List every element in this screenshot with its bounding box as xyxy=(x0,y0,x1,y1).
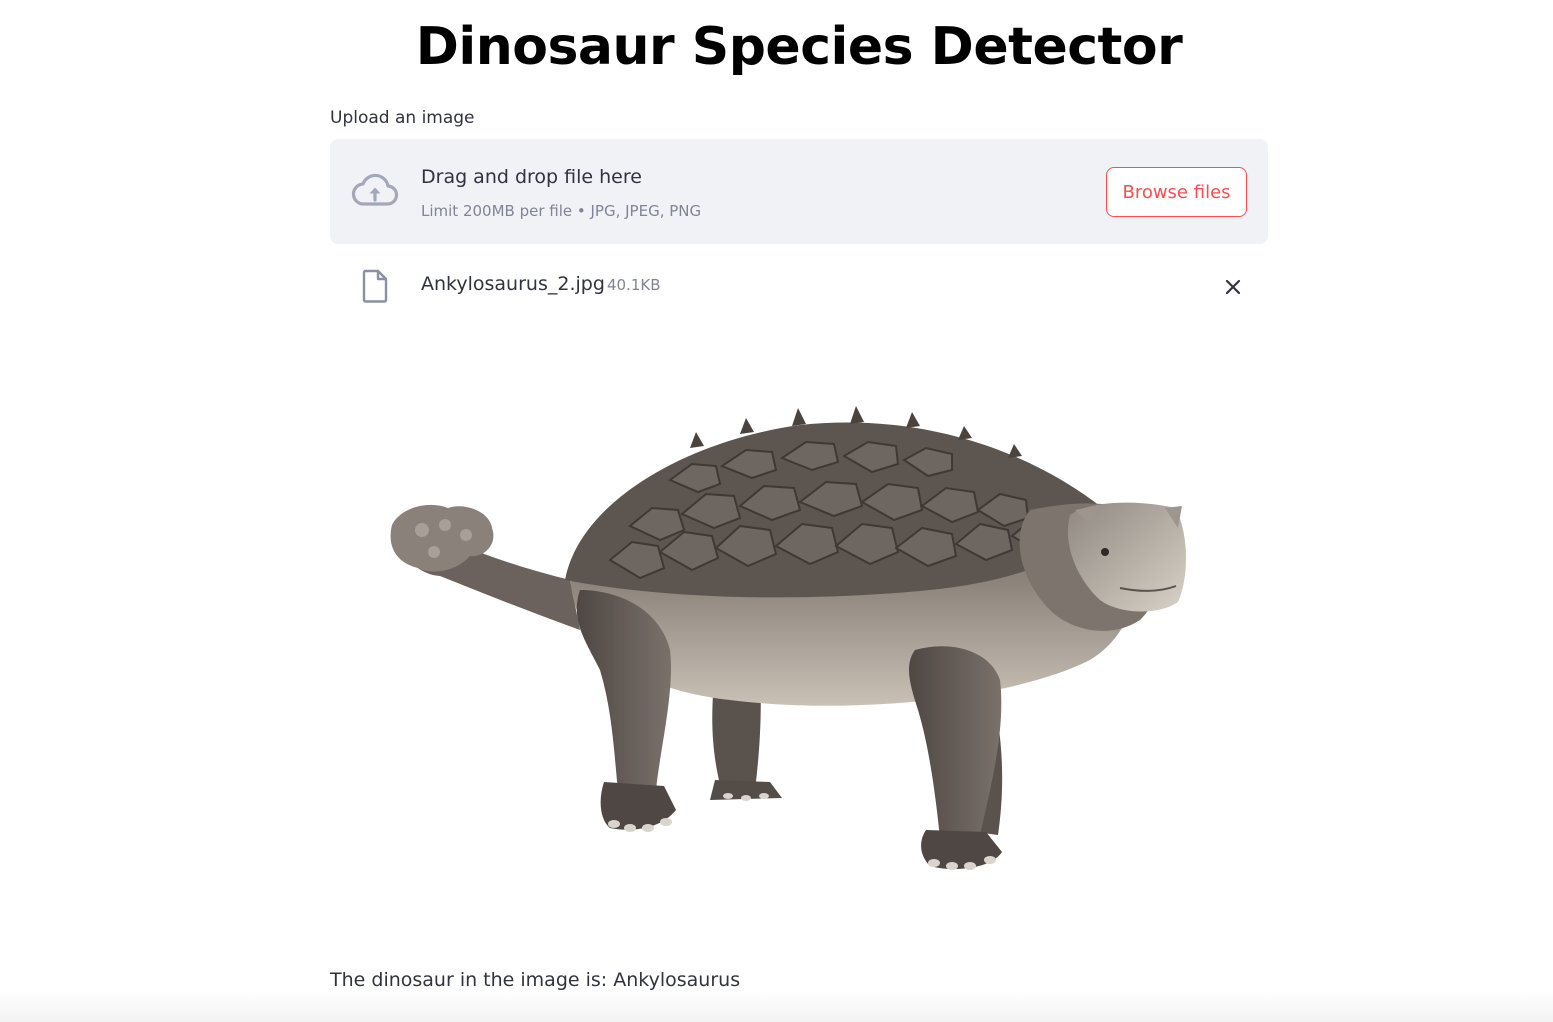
file-dropzone[interactable]: Browse files xyxy=(330,139,1268,244)
uploaded-image xyxy=(330,330,1268,930)
uploaded-file-row: Ankylosaurus_2.jpg 40.1KB xyxy=(330,262,1268,310)
remove-file-button[interactable] xyxy=(1218,272,1248,302)
uploaded-file-name: Ankylosaurus_2.jpg xyxy=(421,273,605,295)
dropzone-instructions: Drag and drop file here xyxy=(421,166,642,188)
page-title: Dinosaur Species Detector xyxy=(415,17,1183,77)
uploader-label: Upload an image xyxy=(330,108,475,128)
ankylosaurus-illustration xyxy=(390,406,1186,870)
uploaded-file-size: 40.1KB xyxy=(607,276,661,294)
browse-files-button[interactable]: Browse files xyxy=(1106,167,1247,217)
file-icon xyxy=(362,269,388,303)
bottom-fade xyxy=(0,990,1553,1022)
cloud-upload-icon xyxy=(351,173,399,206)
dropzone-limit-text: Limit 200MB per file • JPG, JPEG, PNG xyxy=(421,202,702,220)
app-page: Dinosaur Species Detector Upload an imag… xyxy=(0,0,1553,1022)
close-icon xyxy=(1225,279,1241,295)
